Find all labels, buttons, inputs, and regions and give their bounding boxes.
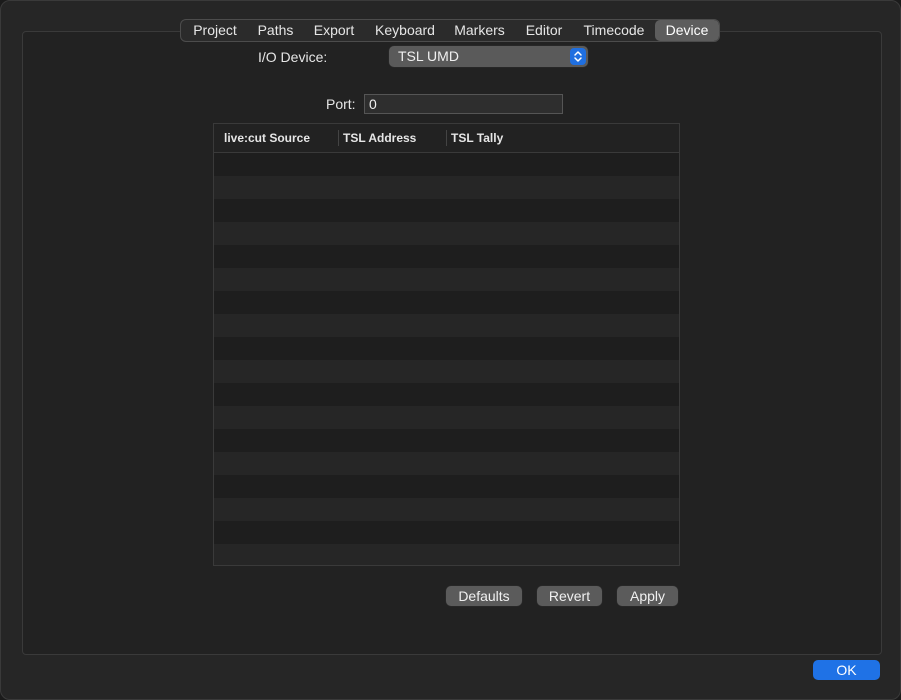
table-row bbox=[214, 498, 679, 521]
table-row bbox=[214, 153, 679, 176]
tab-export[interactable]: Export bbox=[302, 20, 366, 41]
table-row bbox=[214, 360, 679, 383]
column-header-tally[interactable]: TSL Tally bbox=[441, 124, 679, 152]
io-device-label: I/O Device: bbox=[258, 49, 328, 65]
table-row bbox=[214, 222, 679, 245]
table-row bbox=[214, 291, 679, 314]
table-row bbox=[214, 199, 679, 222]
io-device-value: TSL UMD bbox=[398, 48, 459, 64]
table-body bbox=[214, 153, 679, 565]
apply-button[interactable]: Apply bbox=[617, 586, 678, 606]
tab-project[interactable]: Project bbox=[181, 20, 249, 41]
table-row bbox=[214, 475, 679, 498]
up-down-chevron-icon bbox=[570, 48, 586, 65]
table-row bbox=[214, 268, 679, 291]
table-row bbox=[214, 314, 679, 337]
table-row bbox=[214, 383, 679, 406]
table-row bbox=[214, 429, 679, 452]
revert-button[interactable]: Revert bbox=[537, 586, 602, 606]
table-header: live:cut Source TSL Address TSL Tally bbox=[214, 124, 679, 153]
tab-paths[interactable]: Paths bbox=[249, 20, 302, 41]
column-header-address[interactable]: TSL Address bbox=[333, 124, 441, 152]
tab-editor[interactable]: Editor bbox=[515, 20, 573, 41]
table-row bbox=[214, 521, 679, 544]
defaults-button[interactable]: Defaults bbox=[446, 586, 522, 606]
tab-timecode[interactable]: Timecode bbox=[573, 20, 655, 41]
table-row bbox=[214, 337, 679, 360]
port-label: Port: bbox=[326, 96, 356, 112]
tab-markers[interactable]: Markers bbox=[444, 20, 515, 41]
tab-device[interactable]: Device bbox=[655, 20, 719, 41]
table-row bbox=[214, 544, 679, 565]
table-row bbox=[214, 176, 679, 199]
table-row bbox=[214, 452, 679, 475]
table-row bbox=[214, 406, 679, 429]
column-header-source[interactable]: live:cut Source bbox=[214, 124, 338, 152]
tab-bar: Project Paths Export Keyboard Markers Ed… bbox=[180, 19, 720, 42]
tab-keyboard[interactable]: Keyboard bbox=[366, 20, 444, 41]
source-mapping-table[interactable]: live:cut Source TSL Address TSL Tally bbox=[213, 123, 680, 566]
io-device-popup[interactable]: TSL UMD bbox=[389, 46, 588, 67]
port-input[interactable] bbox=[364, 94, 563, 114]
ok-button[interactable]: OK bbox=[813, 660, 880, 680]
table-row bbox=[214, 245, 679, 268]
